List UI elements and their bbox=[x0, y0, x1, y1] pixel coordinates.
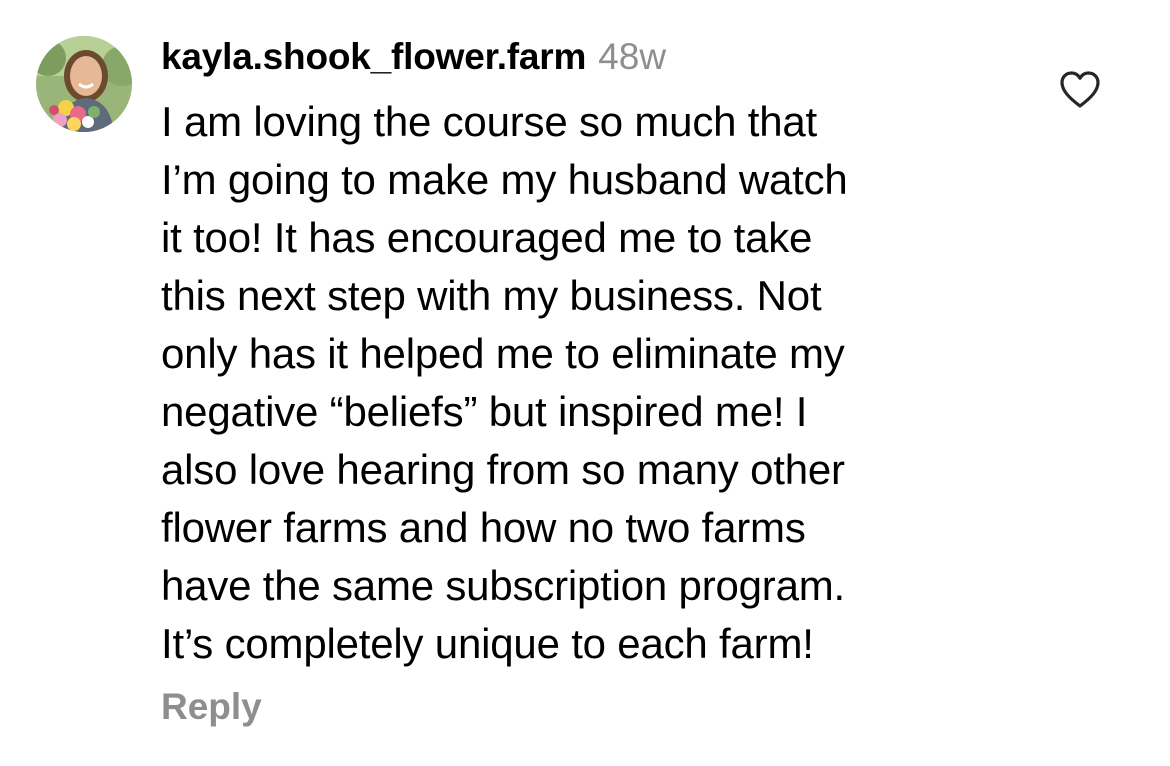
comment-text: I am loving the course so much that I’m … bbox=[161, 93, 1021, 673]
comment-text-line: have the same subscription program. bbox=[161, 562, 846, 609]
comment-text-line: only has it helped me to eliminate my bbox=[161, 330, 845, 377]
comment-text-line: I’m going to make my husband watch bbox=[161, 156, 848, 203]
like-button[interactable] bbox=[1058, 68, 1102, 112]
comment-text-line: this next step with my business. Not bbox=[161, 272, 822, 319]
reply-button[interactable]: Reply bbox=[161, 686, 262, 728]
comment-header: kayla.shook_flower.farm 48w bbox=[161, 36, 666, 84]
comment-text-line: flower farms and how no two farms bbox=[161, 504, 806, 551]
username[interactable]: kayla.shook_flower.farm bbox=[161, 36, 586, 78]
profile-photo-avatar bbox=[36, 36, 132, 132]
comment-text-line: I am loving the course so much that bbox=[161, 98, 817, 145]
comment-text-line: also love hearing from so many other bbox=[161, 446, 845, 493]
avatar[interactable] bbox=[36, 36, 132, 132]
comment-text-line: it too! It has encouraged me to take bbox=[161, 214, 813, 261]
comment-text-line: negative “beliefs” but inspired me! I bbox=[161, 388, 808, 435]
timestamp[interactable]: 48w bbox=[598, 36, 666, 78]
heart-outline-icon bbox=[1060, 71, 1100, 108]
comment: kayla.shook_flower.farm 48w I am loving … bbox=[0, 0, 1170, 766]
comment-text-line: It’s completely unique to each farm! bbox=[161, 620, 814, 667]
